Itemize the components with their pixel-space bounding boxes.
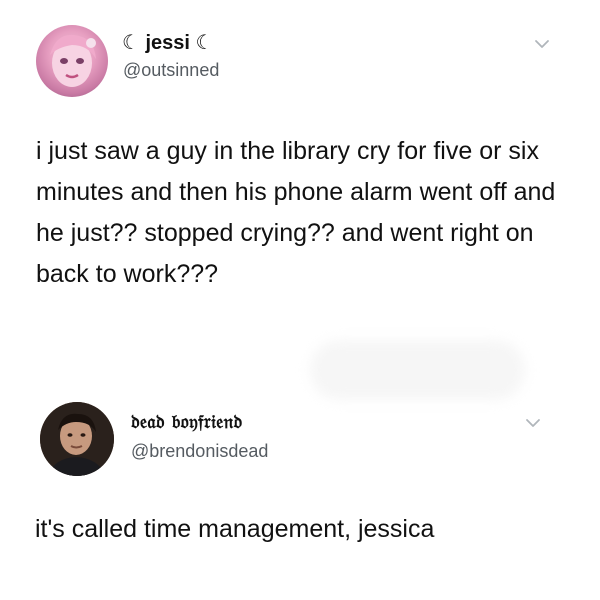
avatar-image [50, 34, 96, 87]
tweet-text: i just saw a guy in the library cry for … [36, 137, 556, 288]
avatar-image [40, 402, 114, 476]
display-name[interactable]: ☾ jessi ☾ [122, 30, 213, 55]
display-name[interactable]: 𝔡𝔢𝔞𝔡 𝔟𝔬𝔶𝔣𝔯𝔦𝔢𝔫𝔡 [131, 411, 242, 433]
chevron-down-icon[interactable] [524, 414, 542, 432]
chevron-down-icon[interactable] [533, 35, 551, 53]
display-name-text: jessi [145, 32, 190, 54]
moon-icon: ☾ [122, 32, 140, 54]
user-handle[interactable]: @brendonisdead [131, 441, 268, 462]
pink-doll-avatar[interactable] [36, 25, 108, 97]
tweet-card: ☾ jessi ☾ @outsinned i just saw a guy in… [0, 0, 600, 400]
moon-icon: ☾ [195, 32, 214, 54]
user-handle[interactable]: @outsinned [123, 60, 219, 81]
tweet-text: it's called time management, jessica [35, 515, 435, 543]
person-photo-avatar[interactable] [40, 402, 114, 476]
